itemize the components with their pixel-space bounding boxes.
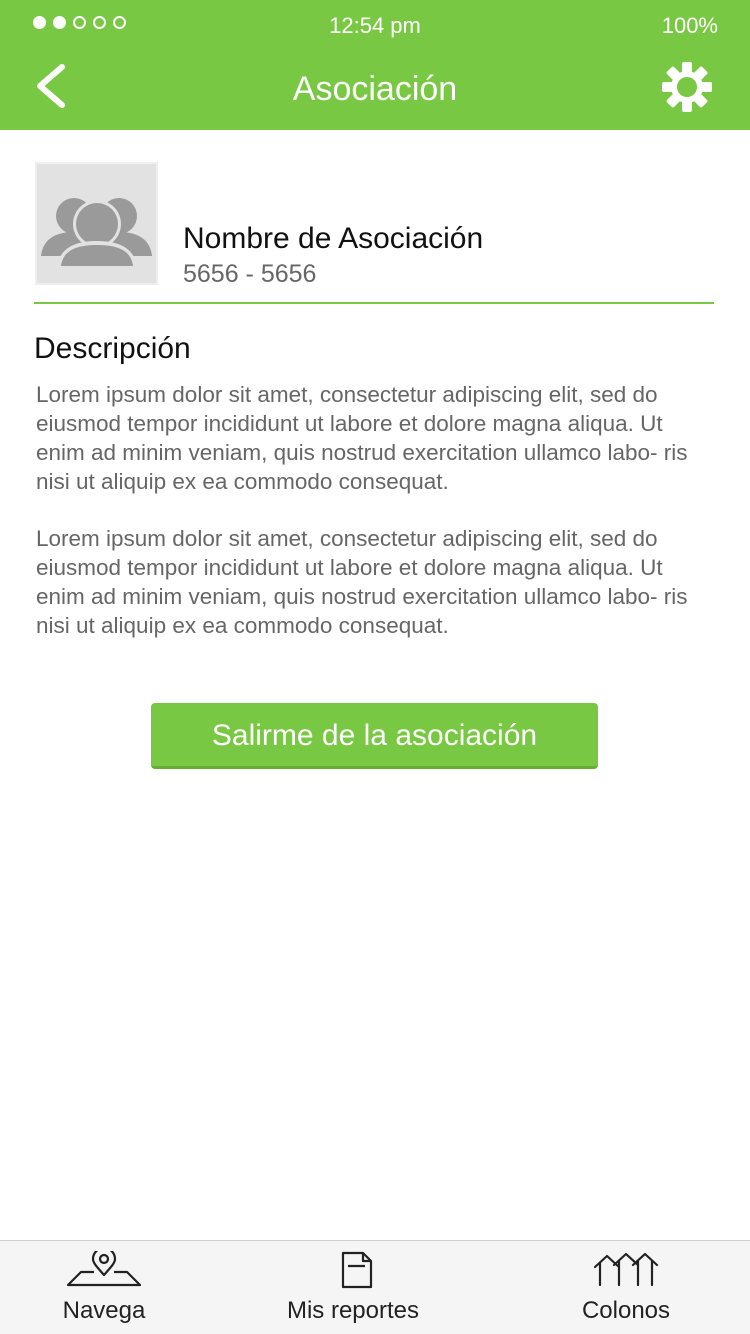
status-time: 12:54 pm [329, 13, 421, 38]
leave-association-button[interactable]: Salirme de la asociación [151, 703, 598, 769]
settings-button[interactable] [660, 60, 714, 114]
tab-label: Colonos [581, 1297, 671, 1324]
map-pin-icon [67, 1251, 141, 1287]
header: 12:54 pm 100% Asociación [0, 0, 750, 130]
tab-mis-reportes[interactable]: Mis reportes [268, 1241, 438, 1334]
description-paragraph: Lorem ipsum dolor sit amet, consectetur … [36, 382, 688, 494]
page-title: Asociación [292, 70, 458, 108]
houses-icon [593, 1252, 659, 1287]
tab-navega[interactable]: Navega [34, 1241, 174, 1334]
tab-label: Navega [62, 1297, 146, 1324]
screen: 12:54 pm 100% Asociación Nombre de Asoci… [0, 0, 750, 1334]
description-paragraph: Lorem ipsum dolor sit amet, consectetur … [36, 526, 688, 638]
tab-bar: Navega Mis reportes Colonos [0, 1240, 750, 1334]
association-phone: 5656 - 5656 [183, 260, 317, 288]
description-heading: Descripción [34, 332, 191, 365]
association-name: Nombre de Asociación [183, 222, 484, 255]
gear-icon [662, 62, 712, 112]
status-battery: 100% [661, 13, 718, 38]
document-icon [341, 1251, 373, 1289]
avatar [35, 162, 158, 285]
tab-colonos[interactable]: Colonos [556, 1241, 696, 1334]
tab-label: Mis reportes [286, 1297, 420, 1324]
group-users-icon [41, 198, 152, 268]
divider [34, 302, 714, 304]
